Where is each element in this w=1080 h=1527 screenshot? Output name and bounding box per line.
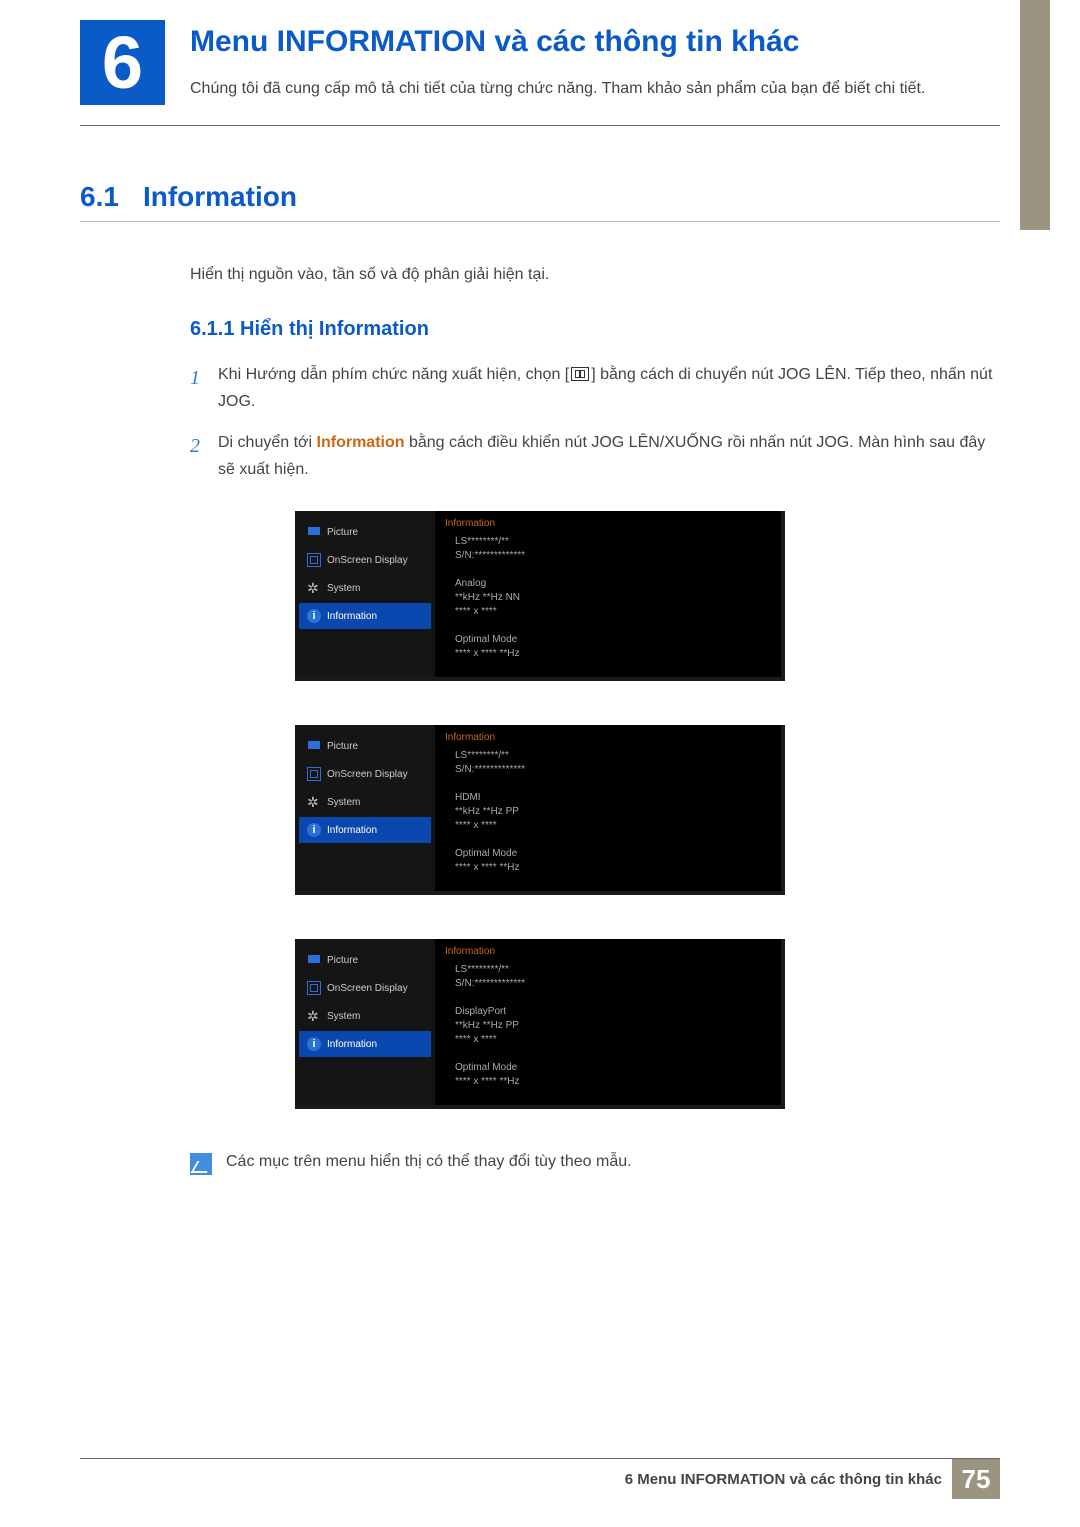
note-text: Các mục trên menu hiển thị có thể thay đ… <box>226 1153 632 1175</box>
info-icon: i <box>307 1037 321 1051</box>
section-title: Information <box>143 181 297 213</box>
osd-content-title: Information <box>445 945 771 959</box>
monitor-icon <box>307 525 321 539</box>
osd-menu-system: ✲ System <box>299 1003 431 1029</box>
step: 1 Khi Hướng dẫn phím chức năng xuất hiện… <box>190 361 1000 415</box>
osd-menu-label: Picture <box>327 527 358 538</box>
osd-menu-information: i Information <box>299 603 431 629</box>
step-strong: Information <box>317 434 405 451</box>
osd-menu-label: OnScreen Display <box>327 983 408 994</box>
step-text: Khi Hướng dẫn phím chức năng xuất hiện, … <box>218 366 569 383</box>
osd-sidebar: Picture OnScreen Display ✲ System i Inform… <box>295 511 435 677</box>
menu-icon <box>571 367 589 381</box>
step-text: Di chuyển tới <box>218 434 317 451</box>
osd-menu-picture: Picture <box>299 733 431 759</box>
footer-text: 6 Menu INFORMATION và các thông tin khác <box>615 1471 952 1488</box>
chapter-header: 6 Menu INFORMATION và các thông tin khác… <box>0 0 1080 115</box>
osd-content-title: Information <box>445 731 771 745</box>
osd-menu-label: System <box>327 797 360 808</box>
gear-icon: ✲ <box>307 795 321 809</box>
osd-menu-information: i Information <box>299 817 431 843</box>
osd-content-body: LS********/** S/N:************* DisplayP… <box>445 963 771 1089</box>
subsection-heading: 6.1.1 Hiển thị Information <box>190 318 1000 341</box>
osd-menu-picture: Picture <box>299 519 431 545</box>
osd-menu-label: Information <box>327 1039 377 1050</box>
osd-menu-label: OnScreen Display <box>327 769 408 780</box>
gear-icon: ✲ <box>307 1009 321 1023</box>
osd-content-body: LS********/** S/N:************* HDMI **k… <box>445 749 771 875</box>
osd-menu-label: Picture <box>327 741 358 752</box>
osd-panel: Picture OnScreen Display ✲ System i Inform… <box>295 511 785 681</box>
note-icon <box>190 1153 212 1175</box>
step: 2 Di chuyển tới Information bằng cách đi… <box>190 429 1000 483</box>
step-body: Khi Hướng dẫn phím chức năng xuất hiện, … <box>218 361 1000 415</box>
osd-content-title: Information <box>445 517 771 531</box>
step-number: 2 <box>190 429 200 483</box>
osd-content: Information LS********/** S/N:**********… <box>435 939 781 1105</box>
note: Các mục trên menu hiển thị có thể thay đ… <box>190 1153 1000 1175</box>
divider <box>80 125 1000 126</box>
osd-menu-onscreen: OnScreen Display <box>299 547 431 573</box>
step-body: Di chuyển tới Information bằng cách điều… <box>218 429 1000 483</box>
osd-menu-onscreen: OnScreen Display <box>299 975 431 1001</box>
monitor-icon <box>307 739 321 753</box>
info-icon: i <box>307 823 321 837</box>
step-number: 1 <box>190 361 200 415</box>
chapter-number-box: 6 <box>80 20 165 105</box>
osd-menu-label: Information <box>327 825 377 836</box>
chapter-title: Menu INFORMATION và các thông tin khác <box>190 25 925 59</box>
osd-sidebar: Picture OnScreen Display ✲ System i Inform… <box>295 725 435 891</box>
osd-menu-onscreen: OnScreen Display <box>299 761 431 787</box>
subsection-title: Hiển thị Information <box>240 318 429 340</box>
osd-menu-information: i Information <box>299 1031 431 1057</box>
section-heading: 6.1 Information <box>80 181 1000 213</box>
gear-icon: ✲ <box>307 581 321 595</box>
osd-menu-system: ✲ System <box>299 575 431 601</box>
osd-menu-system: ✲ System <box>299 789 431 815</box>
divider <box>80 221 1000 222</box>
osd-content: Information LS********/** S/N:**********… <box>435 511 781 677</box>
screen-icon <box>307 553 321 567</box>
osd-content-body: LS********/** S/N:************* Analog *… <box>445 535 771 661</box>
section-description: Hiển thị nguồn vào, tần số và độ phân gi… <box>190 262 1000 288</box>
osd-menu-picture: Picture <box>299 947 431 973</box>
info-icon: i <box>307 609 321 623</box>
osd-menu-label: Picture <box>327 955 358 966</box>
osd-menu-label: System <box>327 583 360 594</box>
screen-icon <box>307 767 321 781</box>
footer: 6 Menu INFORMATION và các thông tin khác… <box>80 1459 1000 1499</box>
step-list: 1 Khi Hướng dẫn phím chức năng xuất hiện… <box>190 361 1000 484</box>
section-number: 6.1 <box>80 181 119 213</box>
osd-menu-label: Information <box>327 611 377 622</box>
osd-sidebar: Picture OnScreen Display ✲ System i Inform… <box>295 939 435 1105</box>
side-stripe <box>1020 0 1050 230</box>
subsection-number: 6.1.1 <box>190 318 234 340</box>
osd-menu-label: System <box>327 1011 360 1022</box>
osd-stack: Picture OnScreen Display ✲ System i Inform… <box>295 511 785 1109</box>
page-number: 75 <box>952 1459 1000 1499</box>
screen-icon <box>307 981 321 995</box>
monitor-icon <box>307 953 321 967</box>
chapter-subtitle: Chúng tôi đã cung cấp mô tả chi tiết của… <box>190 77 925 101</box>
osd-content: Information LS********/** S/N:**********… <box>435 725 781 891</box>
osd-menu-label: OnScreen Display <box>327 555 408 566</box>
osd-panel: Picture OnScreen Display ✲ System i Inform… <box>295 939 785 1109</box>
osd-panel: Picture OnScreen Display ✲ System i Inform… <box>295 725 785 895</box>
